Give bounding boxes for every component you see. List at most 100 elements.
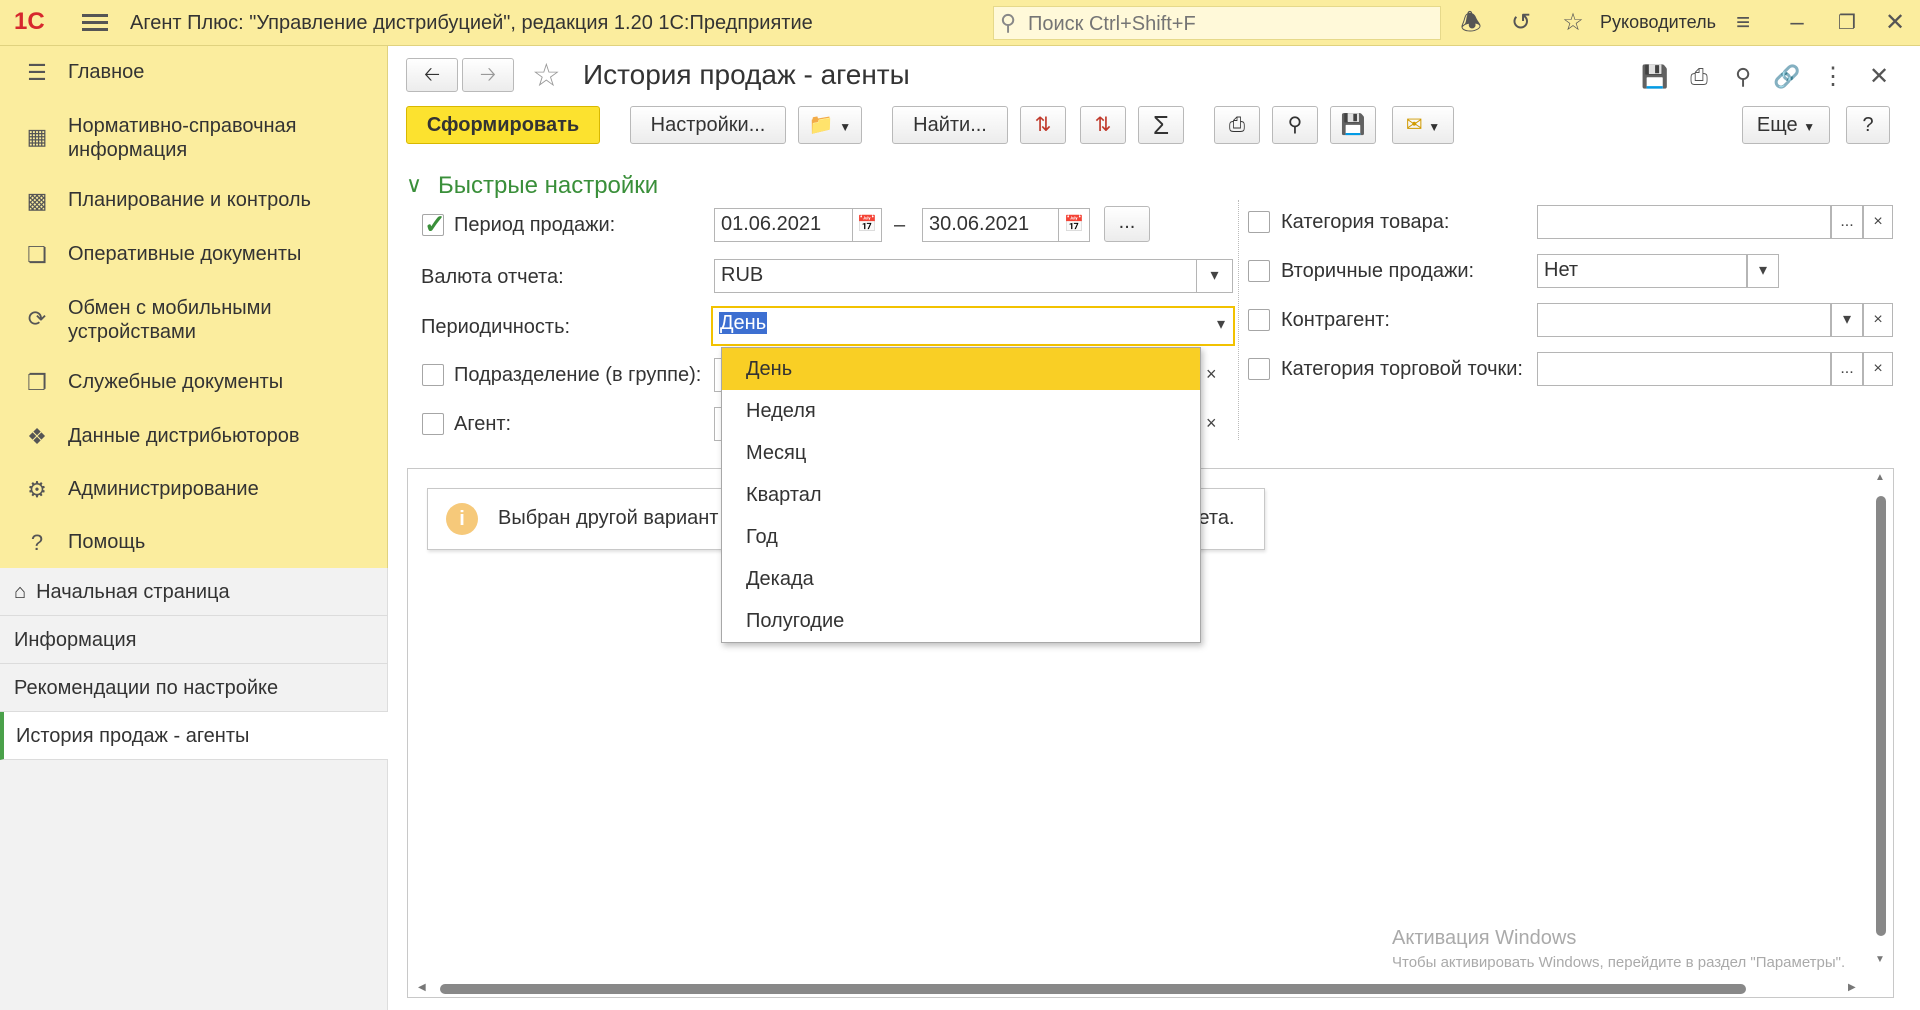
periodicity-field[interactable]: День ▾ [711,306,1235,346]
product-category-field[interactable] [1537,205,1831,239]
select-ellipsis-button[interactable]: ... [1831,205,1863,239]
more-vertical-icon[interactable]: ⋮ [1818,62,1848,92]
calendar-icon[interactable]: 📅 [1058,208,1090,242]
sum-button[interactable]: Σ [1138,106,1184,144]
close-window-icon[interactable]: ✕ [1880,8,1910,38]
nav-item-label: Информация [14,629,137,651]
save-button[interactable]: 💾 [1330,106,1376,144]
nav-item-recommendations[interactable]: Рекомендации по настройке [0,664,388,712]
favorite-star-icon[interactable]: ☆ [532,56,561,94]
documents-icon: ❏ [27,242,47,267]
preview-icon[interactable]: ⚲ [1728,62,1758,92]
search-icon: ⚲ [1000,10,1017,35]
clear-icon[interactable]: × [1863,303,1893,337]
floppy-icon: 💾 [1340,114,1366,136]
counterparty-checkbox[interactable] [1248,309,1270,331]
period-label: Период продажи: [454,214,616,236]
windows-activation-text: Чтобы активировать Windows, перейдите в … [1392,954,1846,971]
close-form-icon[interactable]: ✕ [1864,62,1894,92]
sigma-icon: Σ [1152,110,1170,140]
open-windows-panel: ⌂ Начальная страница Информация Рекоменда… [0,568,388,1010]
sidebar-item-label: Оперативные документы [68,243,302,265]
sync-icon: ⟳ [27,306,47,331]
chevron-down-icon[interactable]: ▾ [1747,254,1779,288]
nav-item-info[interactable]: Информация [0,616,388,664]
clear-icon[interactable]: × [1863,352,1893,386]
minimize-icon[interactable]: – [1782,8,1812,38]
dropdown-option-week[interactable]: Неделя [722,390,1200,432]
dropdown-option-day[interactable]: День [722,348,1200,390]
help-button[interactable]: ? [1846,106,1890,144]
scroll-left-icon[interactable]: ◀ [418,982,426,993]
secondary-sales-field[interactable]: Нет [1537,254,1747,288]
forward-button[interactable]: 🡢 [462,58,514,92]
generate-button[interactable]: Сформировать [406,106,600,144]
quick-settings-title[interactable]: Быстрые настройки [438,172,658,200]
dropdown-option-half-year[interactable]: Полугодие [722,600,1200,642]
nav-item-label: Начальная страница [36,581,230,603]
sidebar-item-label: Служебные документы [68,371,284,393]
sidebar-item-label: Нормативно-справочная информация [68,115,297,161]
favorites-icon[interactable]: ☆ [1558,8,1588,38]
horizontal-scrollbar[interactable] [440,984,1746,994]
sort-ascending-button[interactable]: ⇅ [1020,106,1066,144]
chart-icon: ▩ [26,188,48,213]
dropdown-option-quarter[interactable]: Квартал [722,474,1200,516]
more-button[interactable]: Еще ▼ [1742,106,1830,144]
secondary-sales-checkbox[interactable] [1248,260,1270,282]
collapse-chevron-icon[interactable]: ∨ [406,172,422,198]
scroll-right-icon[interactable]: ▶ [1848,982,1856,993]
sidebar-item-label: Главное [68,61,145,83]
user-name[interactable]: Руководитель [1600,12,1716,33]
history-icon[interactable]: ↺ [1506,8,1536,38]
dropdown-option-year[interactable]: Год [722,516,1200,558]
app-title: Агент Плюс: "Управление дистрибуцией", р… [130,12,813,34]
nav-item-home[interactable]: ⌂ Начальная страница [0,568,388,616]
vertical-scrollbar[interactable] [1876,496,1886,936]
variants-button[interactable]: 📁 ▼ [798,106,862,144]
send-email-button[interactable]: ✉ ▼ [1392,106,1454,144]
settings-button[interactable]: Настройки... [630,106,786,144]
counterparty-field[interactable] [1537,303,1831,337]
print-icon[interactable]: ⎙ [1684,62,1714,92]
notifications-icon[interactable]: 🕭 [1456,8,1486,38]
currency-field[interactable]: RUB [714,259,1197,293]
select-ellipsis-button[interactable]: ... [1831,352,1863,386]
sort-descending-button[interactable]: ⇅ [1080,106,1126,144]
periodicity-dropdown: День Неделя Месяц Квартал Год Декада Пол… [721,347,1201,643]
windows-activation-title: Активация Windows [1392,927,1577,949]
clear-icon[interactable]: × [1863,205,1893,239]
back-button[interactable]: 🡠 [406,58,458,92]
settings-menu-icon[interactable]: ≡ [1728,8,1758,38]
currency-label: Валюта отчета: [421,266,564,288]
period-checkbox[interactable] [422,209,446,240]
search-box[interactable]: ⚲ [993,6,1441,40]
scroll-down-icon[interactable]: ▼ [1875,954,1889,965]
restore-icon[interactable]: ❐ [1832,8,1862,38]
chevron-down-icon[interactable]: ▾ [1197,259,1233,293]
agent-checkbox[interactable] [422,413,444,435]
department-label: Подразделение (в группе): [454,364,702,386]
clear-icon[interactable]: × [1206,364,1217,385]
search-input[interactable] [1026,11,1426,37]
chevron-down-icon[interactable]: ▾ [1831,303,1863,337]
chevron-down-icon[interactable]: ▾ [1217,314,1225,334]
period-select-button[interactable]: ... [1104,206,1150,242]
find-button[interactable]: Найти... [892,106,1008,144]
calendar-icon[interactable]: 📅 [852,208,882,242]
nav-item-sales-history[interactable]: История продаж - агенты [0,712,388,760]
save-report-icon[interactable]: 💾 [1640,62,1670,92]
outlet-category-field[interactable] [1537,352,1831,386]
chevron-down-icon: ▼ [1428,120,1441,134]
department-checkbox[interactable] [422,364,444,386]
product-category-checkbox[interactable] [1248,211,1270,233]
scroll-up-icon[interactable]: ▲ [1875,472,1889,483]
print-button[interactable]: ⎙ [1214,106,1260,144]
link-icon[interactable]: 🔗 [1772,62,1802,92]
clear-icon[interactable]: × [1206,413,1217,434]
main-menu-icon[interactable] [82,10,108,32]
dropdown-option-decade[interactable]: Декада [722,558,1200,600]
outlet-category-checkbox[interactable] [1248,358,1270,380]
preview-button[interactable]: ⚲ [1272,106,1318,144]
dropdown-option-month[interactable]: Месяц [722,432,1200,474]
